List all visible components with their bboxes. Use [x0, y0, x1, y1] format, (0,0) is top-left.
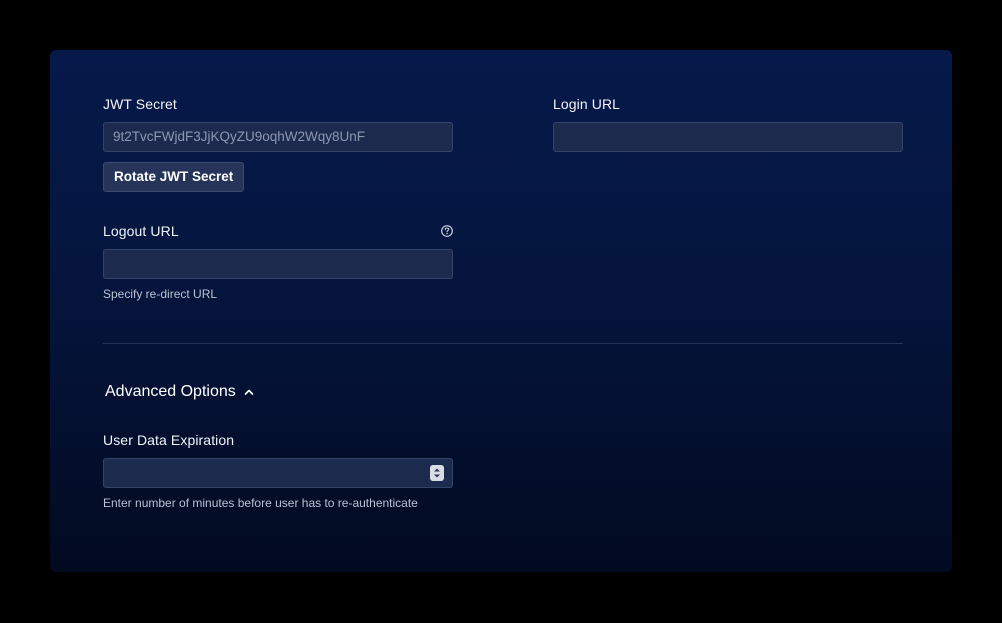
- question-circle-icon[interactable]: [440, 224, 454, 238]
- logout-url-field[interactable]: [103, 249, 453, 279]
- user-data-expiration-field[interactable]: [103, 458, 453, 488]
- advanced-options-title: Advanced Options: [105, 383, 236, 400]
- rotate-jwt-secret-button[interactable]: Rotate JWT Secret: [103, 162, 245, 192]
- login-url-field[interactable]: [553, 122, 903, 152]
- jwt-secret-field[interactable]: 9t2TvcFWjdF3JjKQyZU9oqhW2Wqy8UnF: [103, 122, 453, 152]
- logout-url-help-text: Specify re-direct URL: [103, 287, 218, 301]
- logout-url-label: Logout URL: [103, 223, 179, 239]
- user-data-expiration-label: User Data Expiration: [103, 432, 235, 448]
- stepper-icon[interactable]: [430, 465, 444, 481]
- user-data-expiration-help-text: Enter number of minutes before user has …: [103, 496, 418, 510]
- chevron-up-icon: [244, 389, 254, 395]
- advanced-options-toggle[interactable]: Advanced Options: [105, 383, 254, 401]
- login-url-label: Login URL: [553, 96, 621, 112]
- jwt-secret-label: JWT Secret: [103, 96, 177, 112]
- section-divider: [103, 343, 903, 344]
- settings-panel: JWT Secret 9t2TvcFWjdF3JjKQyZU9oqhW2Wqy8…: [50, 50, 952, 572]
